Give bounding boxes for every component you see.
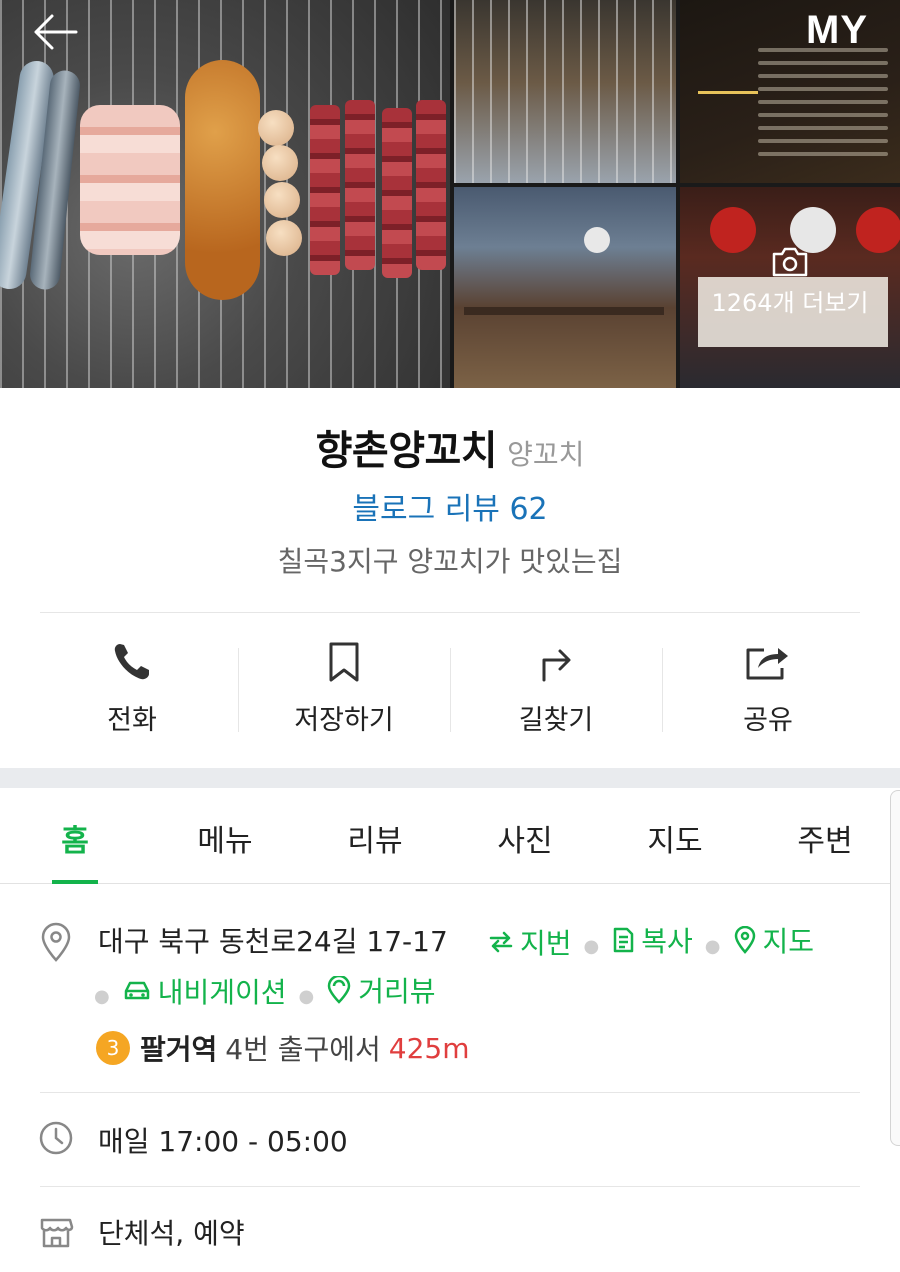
photo-detail xyxy=(310,105,340,275)
photo-detail xyxy=(416,100,446,270)
photo-detail xyxy=(258,110,294,146)
map-label: 지도 xyxy=(762,925,815,958)
swap-icon xyxy=(489,931,513,953)
navigation-link[interactable]: 내비게이션 xyxy=(122,971,287,1011)
separator-dot: ● xyxy=(704,935,721,957)
photo-thumbnail[interactable] xyxy=(454,187,676,388)
photo-detail xyxy=(80,105,180,255)
station-exit: 4번 출구에서 xyxy=(225,1033,381,1066)
share-label: 공유 xyxy=(743,705,793,736)
directions-button[interactable]: 길찾기 xyxy=(450,640,662,740)
map-pin-icon xyxy=(734,926,755,954)
navigation-label: 내비게이션 xyxy=(157,976,287,1009)
photo-detail xyxy=(262,145,298,181)
lot-number-link[interactable]: 지번 xyxy=(488,922,572,962)
tab-reviews[interactable]: 리뷰 xyxy=(300,788,450,883)
lot-number-label: 지번 xyxy=(520,927,572,960)
facilities: 단체석, 예약 xyxy=(98,1217,245,1250)
save-button[interactable]: 저장하기 xyxy=(238,640,450,740)
scrollbar[interactable] xyxy=(890,790,900,1146)
action-bar: 전화 저장하기 길찾기 공유 xyxy=(26,640,874,740)
phone-icon xyxy=(114,644,149,680)
subway-info: 3 팔거역 4번 출구에서 425m xyxy=(96,1028,470,1068)
tab-menu[interactable]: 메뉴 xyxy=(150,788,300,883)
directions-label: 길찾기 xyxy=(518,705,594,736)
photo-count-label: 1264개 더보기 xyxy=(711,289,869,317)
camera-icon xyxy=(772,247,808,277)
separator-dot: ● xyxy=(94,985,110,1007)
main-photo[interactable] xyxy=(0,0,450,388)
street-view-icon xyxy=(327,976,351,1004)
my-button[interactable]: MY xyxy=(806,8,868,53)
map-link[interactable]: 지도 xyxy=(733,920,815,960)
photo-detail xyxy=(185,60,260,300)
divider xyxy=(40,1186,860,1187)
directions-icon xyxy=(542,649,571,682)
call-button[interactable]: 전화 xyxy=(26,640,238,740)
back-button[interactable] xyxy=(30,12,80,52)
street-view-label: 거리뷰 xyxy=(358,975,436,1008)
divider xyxy=(40,1092,860,1093)
station-distance: 425m xyxy=(388,1031,470,1065)
photo-detail xyxy=(345,100,375,270)
address-links: 지번 ● 복사 ● 지도 xyxy=(488,920,814,962)
copy-link[interactable]: 복사 xyxy=(611,920,693,960)
separator-dot: ● xyxy=(298,985,315,1007)
save-label: 저장하기 xyxy=(294,705,394,736)
blog-review-link[interactable]: 블로그 리뷰 62 xyxy=(0,484,900,528)
photo-detail xyxy=(382,108,412,278)
tab-bar: 홈 메뉴 리뷰 사진 지도 주변 xyxy=(0,788,900,884)
tab-map[interactable]: 지도 xyxy=(600,788,750,883)
bookmark-icon xyxy=(329,642,359,682)
back-arrow-icon xyxy=(34,14,78,50)
tab-photos[interactable]: 사진 xyxy=(450,788,600,883)
separator-dot: ● xyxy=(583,935,600,957)
location-pin-icon xyxy=(41,922,71,962)
section-separator xyxy=(0,768,900,788)
photo-detail xyxy=(264,182,300,218)
tab-nearby[interactable]: 주변 xyxy=(750,788,900,883)
share-button[interactable]: 공유 xyxy=(662,640,874,740)
address-text: 대구 북구 동천로24길 17-17 xyxy=(98,925,448,958)
photo-detail xyxy=(584,227,610,253)
divider xyxy=(40,612,860,613)
address-links-2: ● 내비게이션 ● 거리뷰 xyxy=(94,970,436,1011)
photo-detail xyxy=(758,48,888,165)
photo-detail xyxy=(464,307,664,315)
store-icon xyxy=(40,1218,74,1248)
more-photos-button[interactable]: 1264개 더보기 xyxy=(680,245,900,318)
place-tagline: 칠곡3지구 양꼬치가 맛있는집 xyxy=(277,545,623,578)
car-icon xyxy=(124,981,149,1000)
business-hours[interactable]: 매일 17:00 - 05:00 xyxy=(98,1120,348,1160)
copy-icon xyxy=(614,927,634,953)
place-category: 양꼬치 xyxy=(507,438,585,471)
photo-detail xyxy=(698,60,758,94)
call-label: 전화 xyxy=(107,705,157,736)
photo-thumbnail[interactable] xyxy=(454,0,676,183)
place-name: 향촌양꼬치 xyxy=(315,428,498,474)
copy-label: 복사 xyxy=(641,925,693,958)
subway-line-badge: 3 xyxy=(96,1031,130,1065)
street-view-link[interactable]: 거리뷰 xyxy=(326,970,436,1010)
tab-home[interactable]: 홈 xyxy=(0,788,150,884)
photo-gallery[interactable]: MY 1264개 더보기 xyxy=(0,0,900,388)
station-name: 팔거역 xyxy=(140,1033,218,1066)
clock-icon xyxy=(39,1121,73,1155)
place-title: 향촌양꼬치 양꼬치 xyxy=(0,418,900,476)
share-icon xyxy=(746,648,788,680)
photo-detail xyxy=(266,220,302,256)
